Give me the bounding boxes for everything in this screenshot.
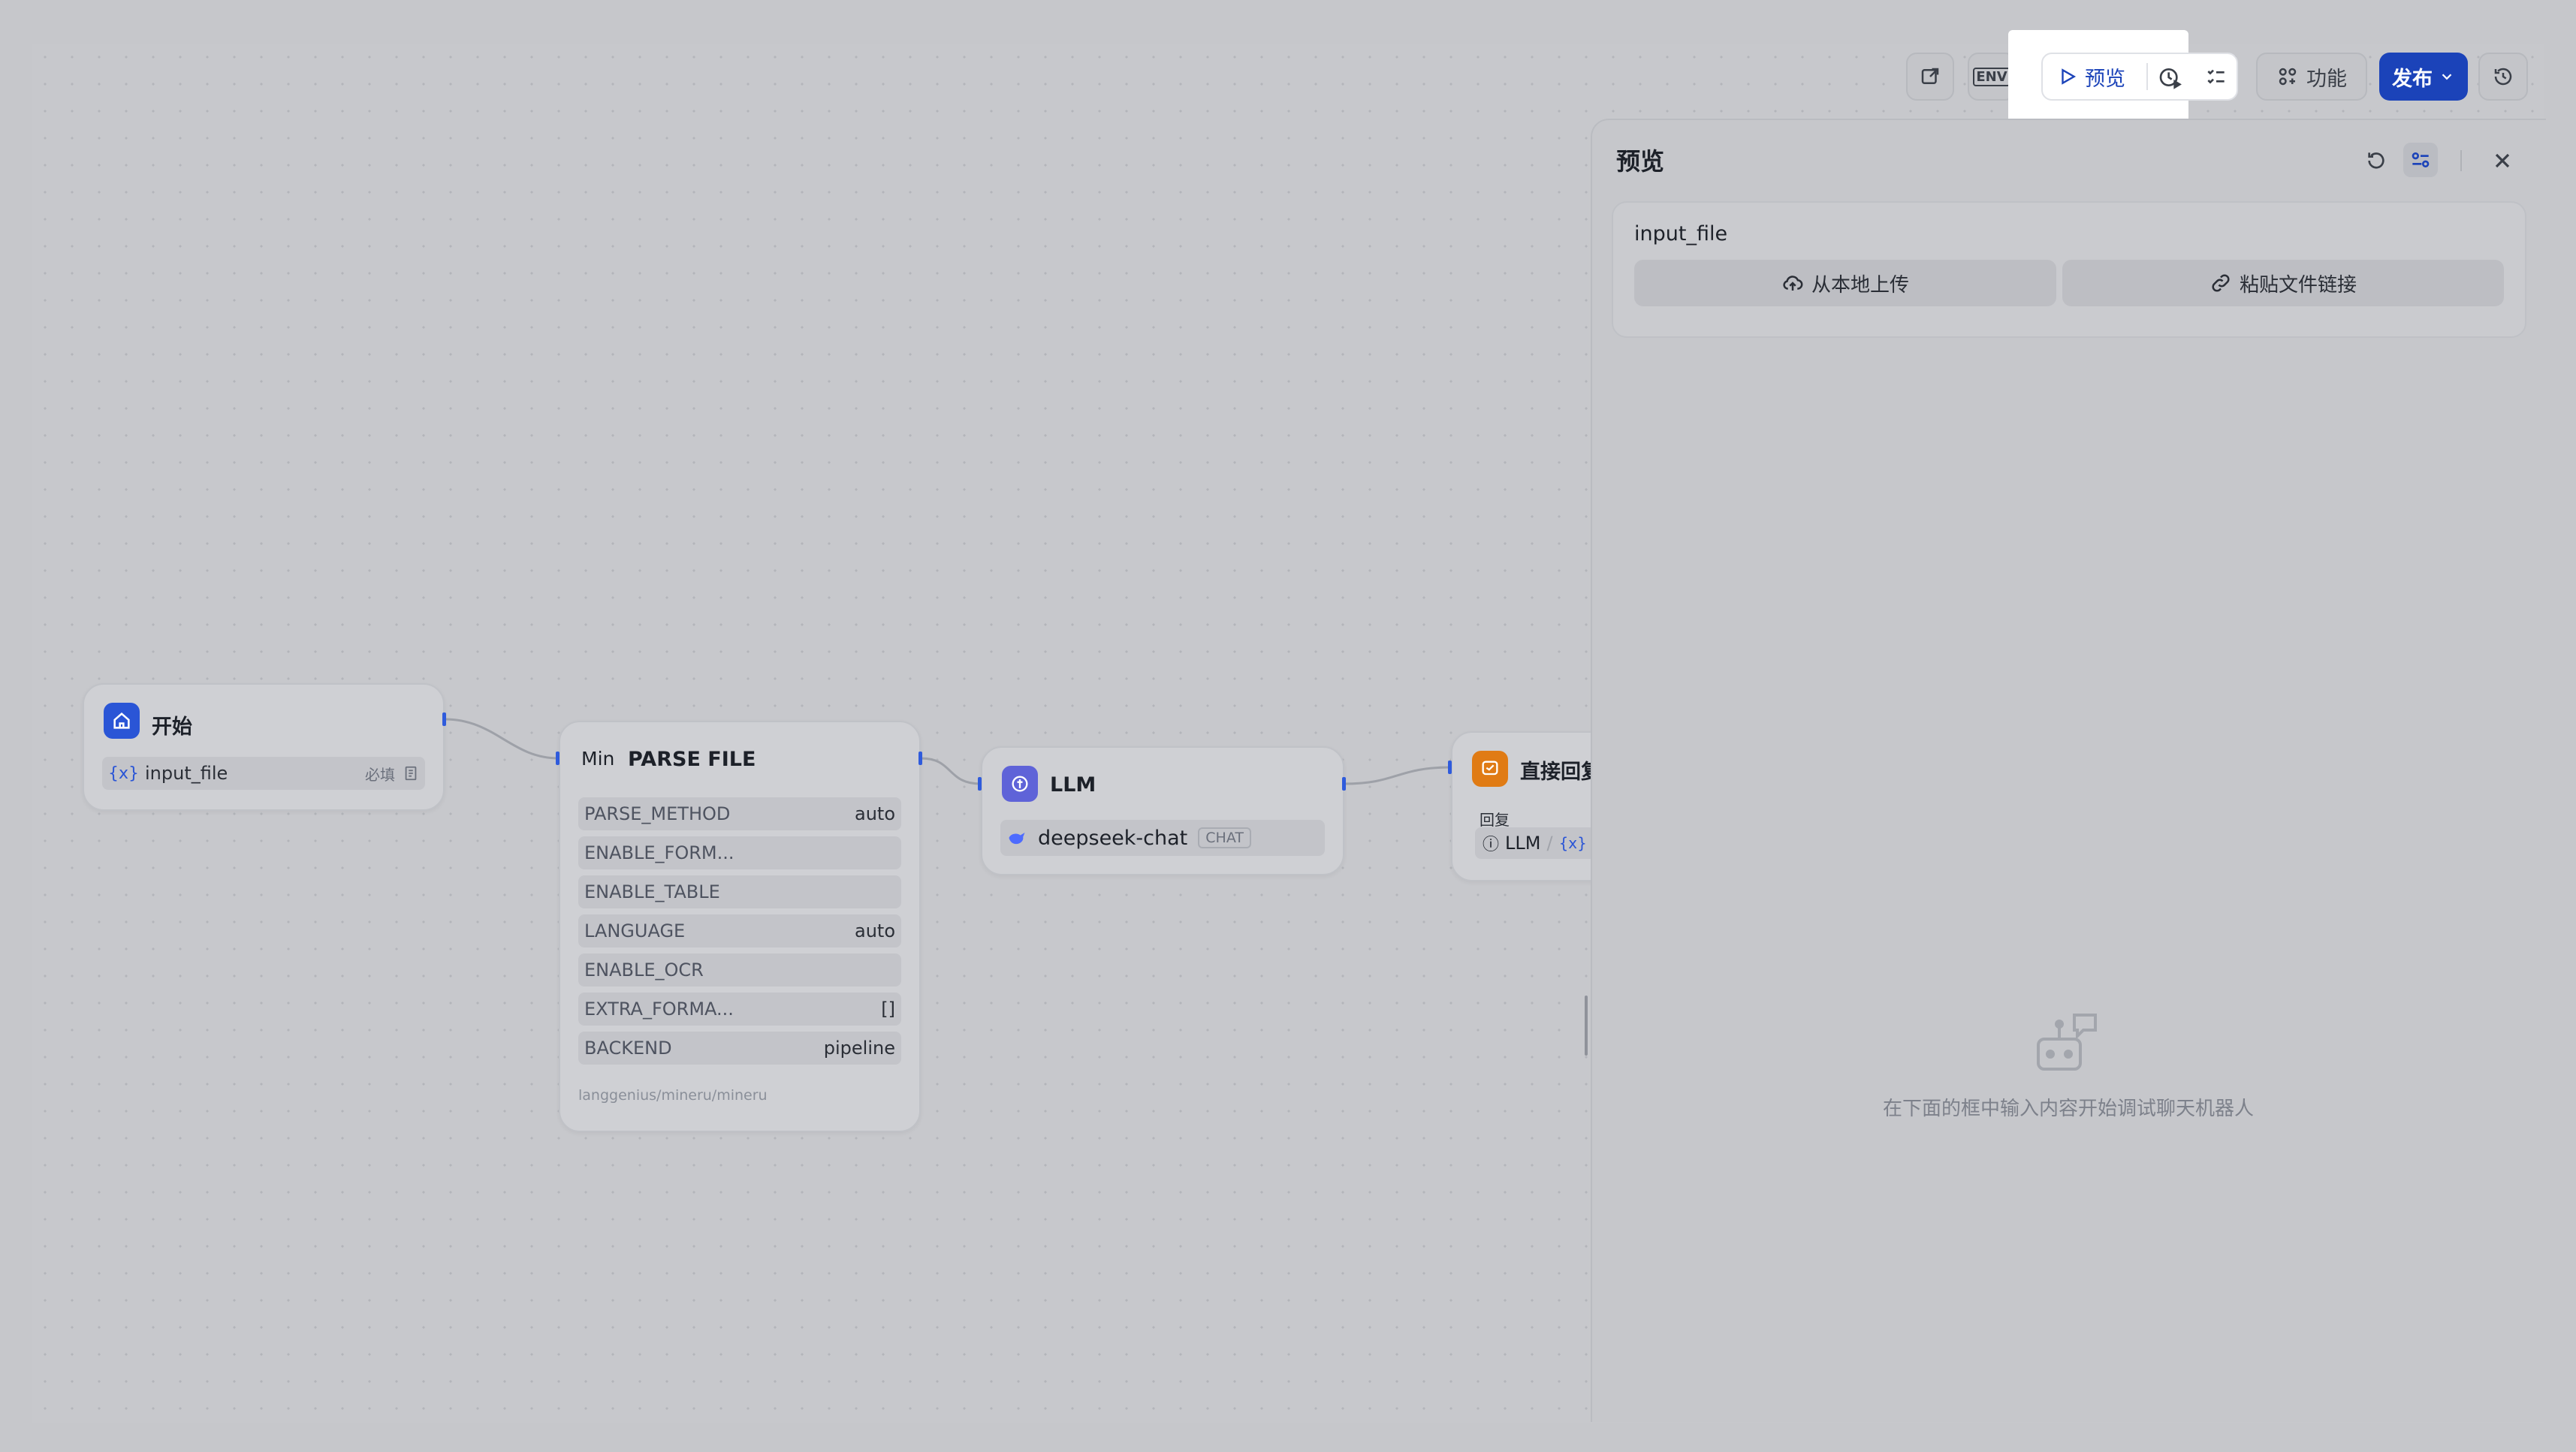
start-variable-row[interactable]: {x} input_file 必填: [102, 757, 425, 790]
param-name: BACKEND: [584, 1038, 672, 1059]
param-name: ENABLE_OCR: [584, 959, 704, 981]
plugin-source: langgenius/mineru/mineru: [578, 1087, 768, 1104]
paste-link-button[interactable]: 粘贴文件链接: [2062, 260, 2504, 306]
variable-icon: {x}: [1558, 834, 1587, 852]
preview-panel-title: 预览: [1616, 147, 1665, 176]
path-separator: /: [1546, 833, 1553, 854]
llm-small-icon: ⓘ: [1483, 836, 1500, 854]
file-icon: [405, 766, 417, 781]
panel-header-divider: [2460, 150, 2462, 171]
home-icon: [104, 703, 140, 739]
param-row: BACKEND pipeline: [578, 1032, 901, 1065]
start-output-handle[interactable]: [442, 712, 446, 726]
llm-model-name: deepseek-chat: [1038, 826, 1188, 850]
required-label: 必填: [365, 765, 395, 784]
run-history-button[interactable]: [2157, 65, 2182, 90]
features-button[interactable]: 功能: [2256, 53, 2367, 101]
publish-label: 发布: [2392, 67, 2433, 91]
input-field-label: input_file: [1634, 222, 1728, 246]
cloud-upload-icon: [1783, 276, 1803, 291]
start-node-title: 开始: [152, 715, 192, 739]
param-row: ENABLE_TABLE: [578, 875, 901, 908]
param-value: auto: [854, 920, 895, 941]
model-mode-badge: CHAT: [1198, 827, 1251, 848]
llm-icon: [1002, 766, 1038, 802]
llm-input-handle[interactable]: [978, 777, 982, 791]
preview-button[interactable]: 预览: [2058, 53, 2125, 101]
start-node[interactable]: 开始 {x} input_file 必填: [83, 683, 445, 811]
version-history-button[interactable]: [2478, 53, 2528, 101]
upload-local-label: 从本地上传: [1811, 273, 1909, 297]
param-name: ENABLE_FORM...: [584, 842, 734, 863]
features-label: 功能: [2306, 67, 2347, 91]
param-row: EXTRA_FORMA... []: [578, 993, 901, 1026]
chatbot-icon: [2037, 1014, 2097, 1071]
edge-parse-llm: [920, 757, 982, 785]
param-value: pipeline: [823, 1038, 895, 1059]
paste-link-label: 粘贴文件链接: [2239, 273, 2357, 297]
close-icon: [2495, 153, 2510, 168]
preview-label: 预览: [2085, 67, 2125, 91]
panel-resize-handle[interactable]: [1585, 996, 1588, 1056]
deepseek-whale-icon: [1009, 833, 1025, 845]
reply-label: 回复: [1480, 811, 1510, 829]
history-icon: [2494, 68, 2512, 86]
variable-inspect-button[interactable]: [2403, 143, 2438, 177]
param-row: LANGUAGE auto: [578, 914, 901, 947]
param-name: PARSE_METHOD: [584, 803, 731, 824]
llm-output-handle[interactable]: [1342, 777, 1346, 791]
param-row: ENABLE_FORM...: [578, 836, 901, 869]
parse-input-handle[interactable]: [556, 752, 560, 765]
param-row: PARSE_METHOD auto: [578, 797, 901, 830]
parse-file-node[interactable]: Min PARSE FILE PARSE_METHOD auto ENABLE_F…: [559, 721, 921, 1132]
edge-start-parse: [444, 718, 560, 760]
checklist-button[interactable]: [2203, 65, 2229, 90]
checklist-icon-button[interactable]: [1906, 53, 1954, 101]
answer-input-handle[interactable]: [1448, 761, 1452, 774]
checklist-icon: [2207, 69, 2225, 84]
param-name: LANGUAGE: [584, 920, 686, 941]
upload-local-button[interactable]: 从本地上传: [1634, 260, 2056, 306]
play-icon: [2062, 68, 2077, 85]
refresh-icon: [2368, 152, 2384, 169]
parse-output-handle[interactable]: [918, 752, 922, 765]
parse-file-prefix: Min: [581, 748, 615, 770]
param-value: []: [881, 999, 895, 1020]
answer-node-title: 直接回复: [1520, 761, 1601, 784]
publish-button[interactable]: 发布: [2379, 53, 2468, 101]
llm-model-row[interactable]: deepseek-chat CHAT: [1000, 820, 1325, 856]
message-reply-icon: [1472, 751, 1508, 787]
env-icon: ENV: [1973, 67, 2010, 86]
start-variable-name: input_file: [145, 763, 228, 784]
llm-node[interactable]: LLM deepseek-chat CHAT: [981, 746, 1344, 875]
llm-node-title: LLM: [1050, 773, 1096, 797]
close-panel-button[interactable]: [2490, 149, 2514, 173]
link-icon: [2212, 274, 2230, 292]
apps-icon: [2279, 68, 2297, 86]
preview-divider: [2146, 63, 2148, 90]
param-value: auto: [854, 803, 895, 824]
param-row: ENABLE_OCR: [578, 953, 901, 987]
param-name: ENABLE_TABLE: [584, 881, 720, 902]
edge-llm-answer: [1344, 766, 1452, 785]
chevron-down-icon: [2442, 74, 2452, 80]
restart-button[interactable]: [2363, 147, 2390, 174]
clock-play-icon: [2159, 68, 2182, 89]
sliders-icon: [2412, 152, 2430, 167]
variable-icon: {x}: [108, 764, 140, 783]
empty-state-hint: 在下面的框中输入内容开始调试聊天机器人: [1882, 1098, 2254, 1120]
reply-ref-node: LLM: [1505, 833, 1541, 854]
param-name: EXTRA_FORMA...: [584, 999, 734, 1020]
parse-file-title: PARSE FILE: [628, 748, 756, 771]
import-icon: [1921, 68, 1939, 84]
